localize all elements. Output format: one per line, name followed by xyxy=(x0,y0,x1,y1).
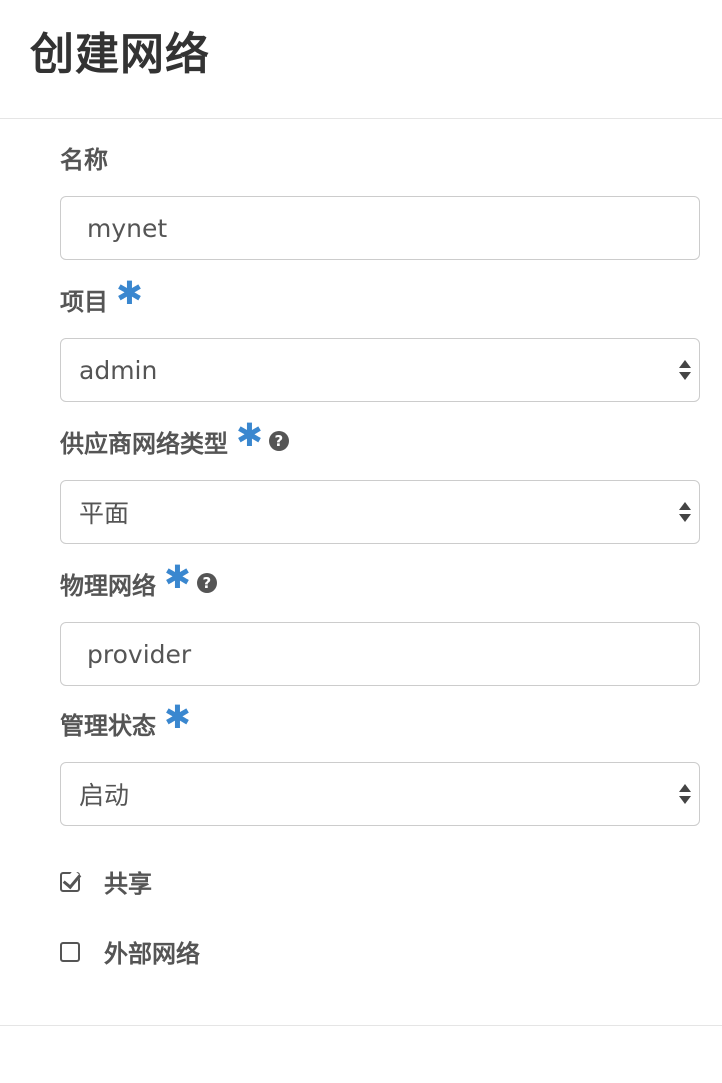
provider-network-type-select-value: 平面 xyxy=(79,499,130,528)
provider-network-type-field-group: 供应商网络类型 ✱ ? 平面 xyxy=(60,419,700,544)
select-arrows-icon xyxy=(679,360,691,380)
shared-checkbox-row[interactable]: 共享 xyxy=(60,864,152,899)
project-select[interactable]: admin xyxy=(60,338,700,402)
dialog-title: 创建网络 xyxy=(30,29,210,80)
provider-network-type-label-text: 供应商网络类型 xyxy=(60,429,228,458)
admin-state-label: 管理状态 ✱ xyxy=(60,701,700,740)
select-arrows-icon xyxy=(679,784,691,804)
project-label: 项目 ✱ xyxy=(60,277,700,316)
project-select-value: admin xyxy=(79,355,158,385)
dialog-header: 创建网络 xyxy=(0,0,722,119)
name-input[interactable] xyxy=(61,197,699,259)
external-network-checkbox[interactable] xyxy=(60,941,80,962)
dialog-footer-divider xyxy=(0,1025,722,1026)
provider-network-type-select[interactable]: 平面 xyxy=(60,480,700,544)
shared-checkbox[interactable] xyxy=(60,871,80,892)
project-field-group: 项目 ✱ admin xyxy=(60,277,700,402)
physical-network-input[interactable] xyxy=(61,623,699,685)
physical-network-input-box[interactable] xyxy=(60,622,700,686)
shared-checkbox-label: 共享 xyxy=(104,870,152,898)
physical-network-label: 物理网络 ✱ ? xyxy=(60,561,700,600)
provider-network-type-label: 供应商网络类型 ✱ ? xyxy=(60,419,700,458)
required-asterisk-icon: ✱ xyxy=(164,558,191,596)
name-input-box[interactable] xyxy=(60,196,700,260)
project-label-text: 项目 xyxy=(60,287,108,316)
external-network-checkbox-label: 外部网络 xyxy=(104,940,200,968)
admin-state-field-group: 管理状态 ✱ 启动 xyxy=(60,701,700,826)
question-circle-icon[interactable]: ? xyxy=(196,573,217,593)
admin-state-select[interactable]: 启动 xyxy=(60,762,700,826)
admin-state-label-text: 管理状态 xyxy=(60,711,156,740)
select-arrows-icon xyxy=(679,502,691,522)
physical-network-label-text: 物理网络 xyxy=(60,571,156,600)
external-network-checkbox-row[interactable]: 外部网络 xyxy=(60,934,200,969)
physical-network-field-group: 物理网络 ✱ ? xyxy=(60,561,700,686)
required-asterisk-icon: ✱ xyxy=(236,416,263,454)
name-label: 名称 xyxy=(60,140,700,174)
required-asterisk-icon: ✱ xyxy=(164,698,191,736)
required-asterisk-icon: ✱ xyxy=(116,274,143,312)
admin-state-select-value: 启动 xyxy=(79,781,130,810)
name-label-text: 名称 xyxy=(60,145,108,174)
question-circle-icon[interactable]: ? xyxy=(268,431,289,451)
name-field-group: 名称 xyxy=(60,140,700,260)
